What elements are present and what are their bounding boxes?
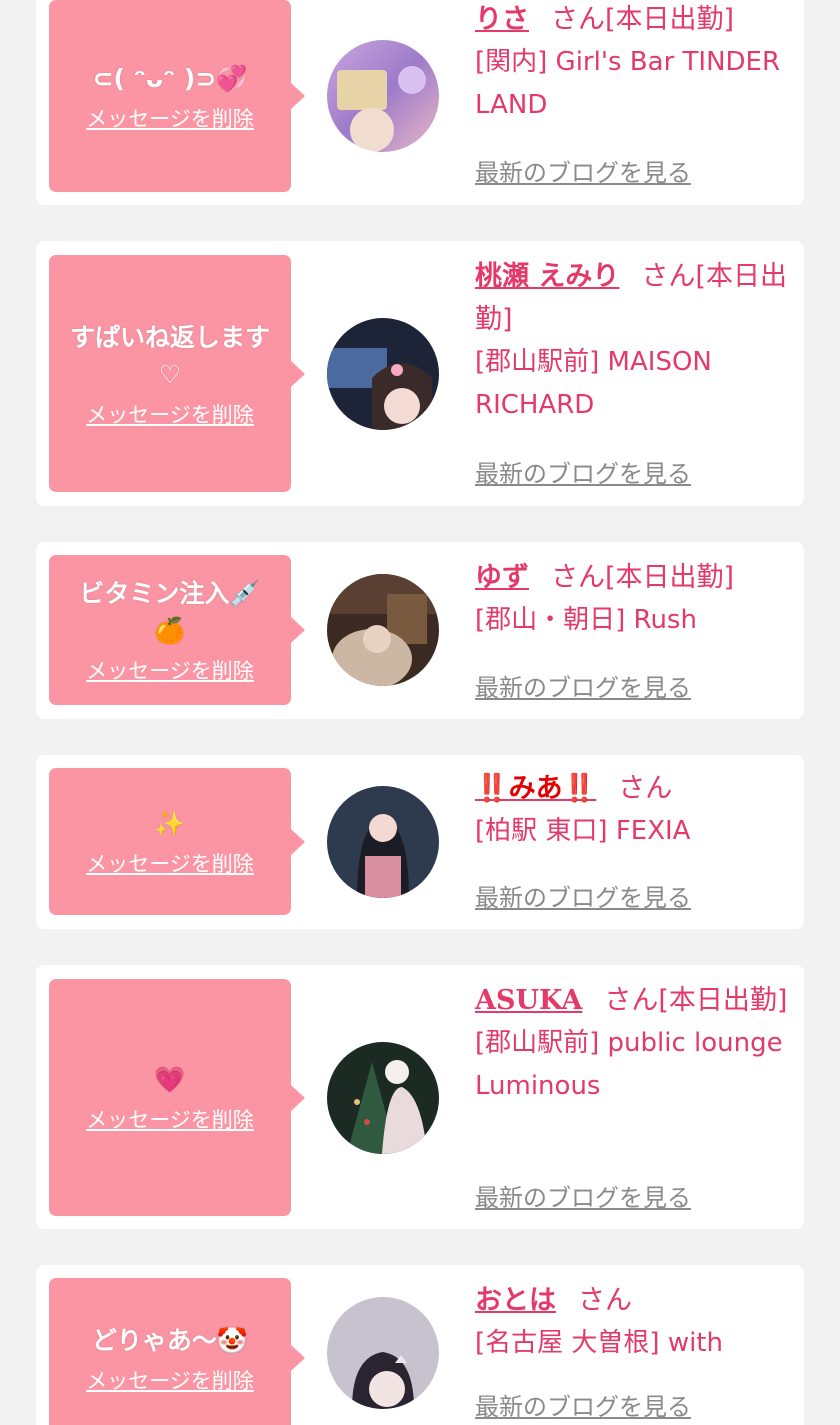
message-text: 💗 — [154, 1065, 186, 1094]
message-card: ビタミン注入💉 🍊 メッセージを削除 ゆず さん[本日出勤] [郡山・朝日] Ru… — [36, 542, 804, 719]
delete-message-link[interactable]: メッセージを削除 — [86, 399, 254, 429]
latest-blog-link[interactable]: 最新のブログを見る — [475, 668, 691, 703]
delete-message-link[interactable]: メッセージを削除 — [86, 655, 254, 685]
message-text: どりゃあ〜🤡 — [91, 1325, 249, 1355]
delete-message-link[interactable]: メッセージを削除 — [86, 103, 254, 133]
avatar-image — [327, 574, 439, 686]
user-avatar[interactable] — [327, 1042, 439, 1154]
user-avatar[interactable] — [327, 1297, 439, 1409]
message-text: ⊂( ᵔᴗᵔ )⊃💞 — [92, 63, 248, 93]
message-text: ✨ — [154, 809, 186, 838]
girl-name-link[interactable]: ASUKA — [475, 985, 582, 1016]
message-bubble: すぱいね返します ♡ メッセージを削除 — [49, 255, 305, 492]
girl-name-link[interactable]: りさ — [475, 4, 529, 35]
girl-info: 桃瀬 えみり さん[本日出勤] [郡山駅前] MAISON RICHARD — [475, 255, 790, 427]
message-card: ✨ メッセージを削除 ‼️みあ‼️ さん [柏駅 東口] FEXIA 最新のブログ… — [36, 755, 804, 929]
avatar-image — [327, 1042, 439, 1154]
user-avatar[interactable] — [327, 40, 439, 152]
girl-info: ASUKA さん[本日出勤] [郡山駅前] public lounge Lumin… — [475, 979, 790, 1108]
user-avatar[interactable] — [327, 574, 439, 686]
girl-name-link[interactable]: 桃瀬 えみり — [475, 261, 619, 292]
message-card: どりゃあ〜🤡 メッセージを削除 おとは さん [名古屋 大曽根] with 最新の… — [36, 1265, 804, 1425]
shop-name: [柏駅 東口] FEXIA — [475, 816, 691, 846]
status-badge: [本日出勤] — [605, 562, 735, 593]
delete-message-link[interactable]: メッセージを削除 — [86, 1104, 254, 1134]
message-bubble: ⊂( ᵔᴗᵔ )⊃💞 メッセージを削除 — [49, 0, 305, 192]
shop-name: [郡山駅前] public lounge Luminous — [475, 1028, 783, 1101]
shop-name: [郡山駅前] MAISON RICHARD — [475, 347, 712, 420]
girl-info: ‼️みあ‼️ さん [柏駅 東口] FEXIA — [475, 767, 790, 853]
honorific: さん — [551, 4, 605, 35]
girl-info: りさ さん[本日出勤] [関内] Girl's Bar TINDER LAND — [475, 0, 790, 127]
avatar-image — [327, 40, 439, 152]
message-text: すぱいね返します ♡ — [69, 322, 270, 389]
honorific: さん — [604, 985, 659, 1016]
shop-name: [名古屋 大曽根] with — [475, 1328, 723, 1358]
girl-name-link[interactable]: ‼️みあ‼️ — [475, 773, 596, 804]
latest-blog-link[interactable]: 最新のブログを見る — [475, 153, 691, 188]
latest-blog-link[interactable]: 最新のブログを見る — [475, 878, 691, 913]
girl-info: ゆず さん[本日出勤] [郡山・朝日] Rush — [475, 556, 790, 642]
latest-blog-link[interactable]: 最新のブログを見る — [475, 454, 691, 489]
avatar-image — [327, 318, 439, 430]
user-avatar[interactable] — [327, 786, 439, 898]
message-card: ⊂( ᵔᴗᵔ )⊃💞 メッセージを削除 りさ さん[本日出勤] [関内] Girl… — [36, 0, 804, 205]
shop-name: [関内] Girl's Bar TINDER LAND — [475, 47, 781, 120]
delete-message-link[interactable]: メッセージを削除 — [86, 1365, 254, 1395]
honorific: さん — [578, 1285, 632, 1316]
status-badge: [本日出勤] — [605, 4, 735, 35]
avatar-image — [327, 1297, 439, 1409]
message-card: 💗 メッセージを削除 ASUKA さん[本日出勤] [郡山駅前] public l… — [36, 965, 804, 1229]
shop-name: [郡山・朝日] Rush — [475, 605, 697, 635]
latest-blog-link[interactable]: 最新のブログを見る — [475, 1387, 691, 1422]
message-bubble: 💗 メッセージを削除 — [49, 979, 305, 1216]
honorific: さん — [641, 261, 696, 292]
girl-info: おとは さん [名古屋 大曽根] with — [475, 1279, 790, 1365]
message-bubble: ✨ メッセージを削除 — [49, 768, 305, 915]
message-text: ビタミン注入💉 🍊 — [79, 579, 261, 645]
honorific: さん — [618, 773, 673, 804]
girl-name-link[interactable]: ゆず — [475, 562, 529, 593]
avatar-image — [327, 786, 439, 898]
message-bubble: どりゃあ〜🤡 メッセージを削除 — [49, 1278, 305, 1425]
user-avatar[interactable] — [327, 318, 439, 430]
status-badge: [本日出勤] — [658, 985, 788, 1016]
latest-blog-link[interactable]: 最新のブログを見る — [475, 1178, 691, 1213]
message-card: すぱいね返します ♡ メッセージを削除 桃瀬 えみり さん[本日出勤] [郡山駅前… — [36, 241, 804, 506]
delete-message-link[interactable]: メッセージを削除 — [86, 848, 254, 878]
girl-name-link[interactable]: おとは — [475, 1285, 556, 1316]
message-bubble: ビタミン注入💉 🍊 メッセージを削除 — [49, 555, 305, 705]
honorific: さん — [551, 562, 605, 593]
